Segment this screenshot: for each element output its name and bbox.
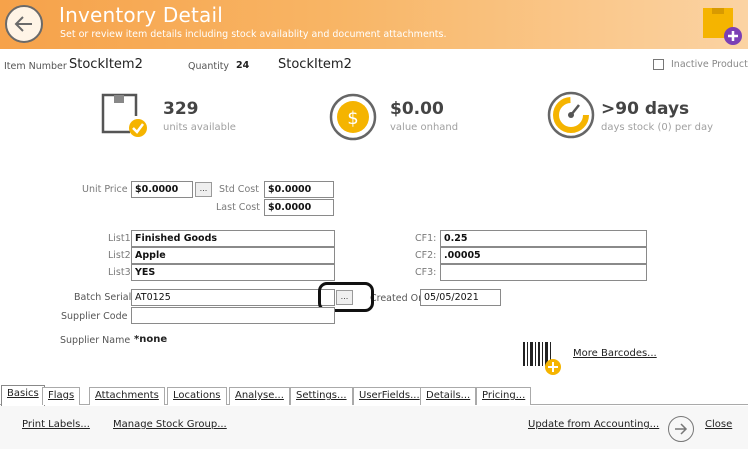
arrow-left-icon [14,16,32,32]
item-number-value: StockItem2 [69,57,143,72]
page-title: Inventory Detail [59,3,224,27]
list3-label: List3 [108,267,131,278]
dollar-coin-icon: $ [329,93,377,141]
header-bar: Inventory Detail Set or review item deta… [0,0,748,49]
tab-analyse[interactable]: Analyse... [229,387,290,405]
tab-details[interactable]: Details... [420,387,477,405]
add-item-icon[interactable] [701,6,743,46]
tab-userfields[interactable]: UserFields... [353,387,426,405]
list2-label: List2 [108,250,131,261]
value-onhand-value: $0.00 [390,99,444,119]
supplier-code-label: Supplier Code [61,311,128,322]
list1-label: List1 [108,233,131,244]
cf2-field[interactable]: .00005 [440,247,647,264]
days-stock-label: days stock (0) per day [601,122,714,133]
tab-bar: Basics Flags Attachments Locations Analy… [0,385,748,406]
created-on-field[interactable]: 05/05/2021 [420,289,501,306]
update-from-accounting-link[interactable]: Update from Accounting... [528,419,659,430]
days-stock-value: >90 days [601,99,690,119]
print-labels-link[interactable]: Print Labels... [22,419,90,430]
barcode-add-icon[interactable] [521,340,565,378]
last-cost-label: Last Cost [216,202,260,213]
manage-stock-group-link[interactable]: Manage Stock Group... [113,419,227,430]
cf3-label: CF3: [415,267,437,278]
tab-pricing[interactable]: Pricing... [476,387,532,405]
arrow-right-icon [675,423,688,435]
page-subtitle: Set or review item details including sto… [60,29,447,40]
tab-locations[interactable]: Locations [167,387,227,405]
std-cost-label: Std Cost [219,184,259,195]
quantity-label: Quantity [188,61,230,72]
svg-text:$: $ [347,108,358,129]
box-check-icon [101,93,147,137]
supplier-name-value: *none [134,334,168,345]
item-name-value: StockItem2 [278,57,352,72]
more-barcodes-link[interactable]: More Barcodes... [573,348,657,359]
quantity-value: 24 [236,60,250,71]
batch-serial-field[interactable]: AT0125 [131,289,335,306]
std-cost-field[interactable]: $0.0000 [264,181,334,198]
supplier-name-label: Supplier Name [60,335,131,346]
list1-field[interactable]: Finished Goods [131,230,335,247]
list2-field[interactable]: Apple [131,247,335,264]
created-on-label: Created On [370,293,425,304]
last-cost-field[interactable]: $0.0000 [264,199,334,216]
batch-serial-label: Batch Serial [74,292,132,303]
units-available-value: 329 [163,99,199,119]
value-onhand-label: value onhand [390,122,459,133]
close-link[interactable]: Close [705,419,732,430]
inactive-product-label: Inactive Product [671,59,748,70]
units-available-label: units available [163,122,236,133]
tab-attachments[interactable]: Attachments [89,387,165,405]
tab-settings[interactable]: Settings... [290,387,353,405]
unit-price-ellipsis-button[interactable]: ... [195,182,212,197]
inactive-product-checkbox[interactable] [653,59,664,70]
gauge-icon [547,91,595,139]
unit-price-field[interactable]: $0.0000 [131,181,193,198]
close-button[interactable] [668,416,694,442]
cf1-label: CF1: [415,233,437,244]
cf3-field[interactable] [440,264,647,281]
back-button[interactable] [5,5,43,43]
tab-flags[interactable]: Flags [42,387,81,405]
cf1-field[interactable]: 0.25 [440,230,647,247]
unit-price-label: Unit Price [82,184,128,195]
supplier-code-field[interactable] [131,307,335,324]
list3-field[interactable]: YES [131,264,335,281]
cf2-label: CF2: [415,250,437,261]
item-number-label: Item Number [4,61,67,72]
tab-basics[interactable]: Basics [1,385,45,406]
